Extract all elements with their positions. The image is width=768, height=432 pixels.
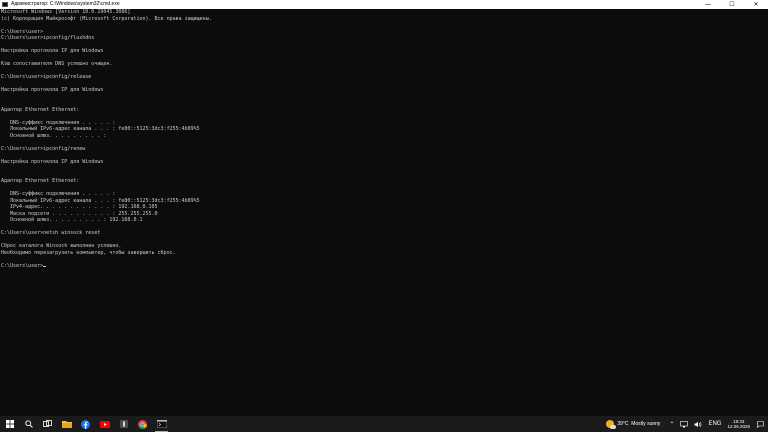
minimize-button[interactable]: — bbox=[696, 0, 720, 9]
start-button[interactable] bbox=[0, 416, 19, 432]
window-titlebar[interactable]: Администратор: C:\Windows\system32\cmd.e… bbox=[0, 0, 768, 9]
window-controls: — ☐ ✕ bbox=[696, 0, 768, 9]
facebook-button[interactable] bbox=[76, 416, 95, 432]
notification-button[interactable] bbox=[756, 416, 765, 432]
chrome-button[interactable] bbox=[133, 416, 152, 432]
youtube-button[interactable] bbox=[95, 416, 114, 432]
text-cursor bbox=[43, 265, 47, 267]
windows-logo-icon bbox=[5, 420, 14, 428]
console-text: Microsoft Windows [Version 10.0.19045.30… bbox=[1, 9, 212, 256]
system-tray: 39°C Mostly sunny ⌃ ENG 18:33 12.06.2026 bbox=[606, 416, 768, 432]
app-icon bbox=[119, 420, 128, 428]
task-view-icon bbox=[43, 420, 52, 427]
search-icon bbox=[24, 420, 33, 428]
taskbar: 39°C Mostly sunny ⌃ ENG 18:33 12.06.2026 bbox=[0, 416, 768, 432]
maximize-button[interactable]: ☐ bbox=[720, 0, 744, 9]
weather-temp: 39°C bbox=[617, 421, 629, 427]
terminal-icon bbox=[156, 420, 167, 428]
clock[interactable]: 18:33 12.06.2026 bbox=[727, 419, 750, 430]
clock-date: 12.06.2026 bbox=[727, 424, 750, 429]
close-button[interactable]: ✕ bbox=[744, 0, 768, 9]
search-button[interactable] bbox=[19, 416, 38, 432]
task-view-button[interactable] bbox=[38, 416, 57, 432]
facebook-icon bbox=[81, 419, 90, 429]
console-prompt: C:\Users\user> bbox=[1, 262, 44, 269]
window-title: Администратор: C:\Windows\system32\cmd.e… bbox=[11, 1, 120, 7]
chevron-up-icon[interactable]: ⌃ bbox=[669, 421, 674, 428]
weather-text: Mostly sunny bbox=[631, 421, 661, 427]
file-explorer-button[interactable] bbox=[57, 416, 76, 432]
terminal-button[interactable] bbox=[152, 416, 171, 432]
weather-widget[interactable]: 39°C Mostly sunny bbox=[606, 420, 661, 429]
console-output[interactable]: Microsoft Windows [Version 10.0.19045.30… bbox=[0, 9, 760, 416]
language-indicator[interactable]: ENG bbox=[708, 421, 721, 427]
vertical-scrollbar[interactable] bbox=[760, 9, 768, 416]
network-icon[interactable] bbox=[680, 420, 689, 428]
app-button[interactable] bbox=[114, 416, 133, 432]
notification-icon bbox=[757, 420, 764, 428]
cmd-icon bbox=[2, 2, 8, 7]
youtube-icon bbox=[99, 420, 110, 428]
chrome-icon bbox=[138, 419, 147, 429]
weather-icon bbox=[606, 420, 617, 429]
speaker-icon[interactable] bbox=[694, 421, 702, 428]
folder-icon bbox=[61, 421, 72, 428]
